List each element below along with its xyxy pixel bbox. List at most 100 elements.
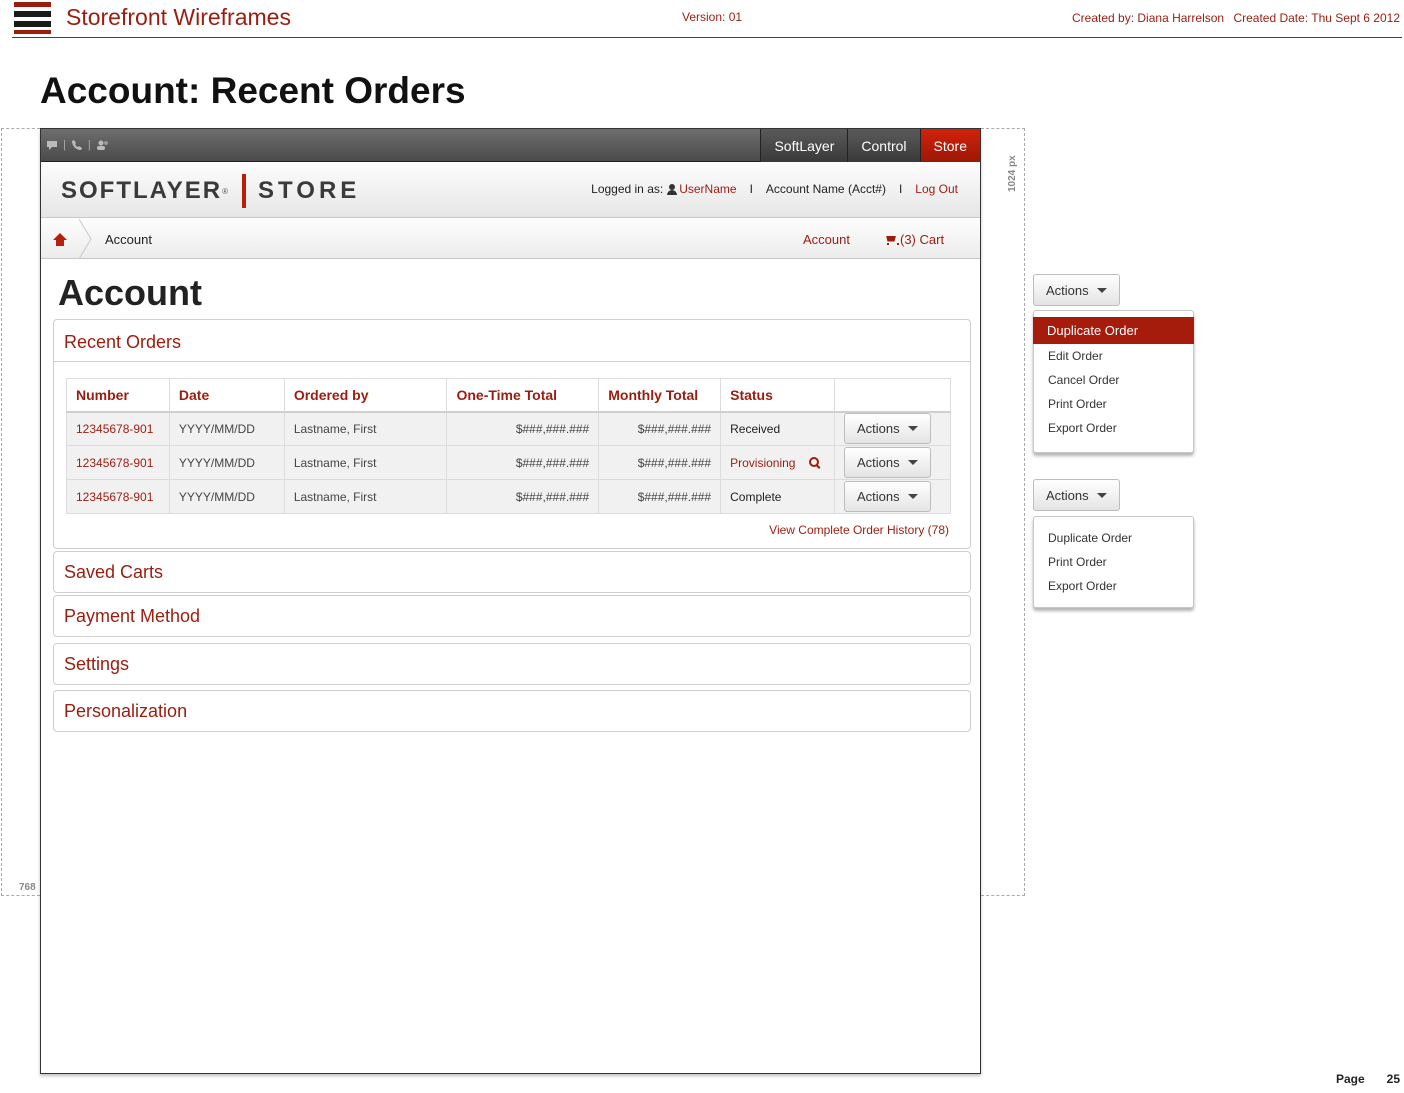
- brand-bar: SOFTLAYER ® STORE Logged in as: UserName…: [41, 162, 980, 218]
- column-header-monthly-total[interactable]: Monthly Total: [598, 378, 722, 413]
- saved-carts-title[interactable]: Saved Carts: [64, 562, 163, 583]
- monthly-total: $###,###.###: [598, 411, 722, 446]
- table-header-row: Number Date Ordered by One-Time Total Mo…: [66, 378, 952, 413]
- brand-registered-mark: ®: [222, 186, 229, 196]
- page-label: Page: [1335, 1072, 1365, 1086]
- cart-label: (3) Cart: [900, 232, 945, 247]
- header-rule: [12, 37, 1402, 38]
- order-status-link[interactable]: Provisioning: [730, 456, 795, 470]
- recent-orders-panel: Recent Orders Number Date Ordered by One…: [53, 319, 971, 549]
- table-row: 12345678-901 YYYY/MM/DD Lastname, First …: [66, 445, 952, 480]
- saved-carts-panel[interactable]: Saved Carts: [53, 551, 971, 593]
- logout-link[interactable]: Log Out: [915, 182, 958, 196]
- settings-title[interactable]: Settings: [64, 654, 129, 675]
- actions-cell: Actions: [833, 411, 952, 446]
- settings-panel[interactable]: Settings: [53, 643, 971, 685]
- tab-store[interactable]: Store: [919, 129, 980, 162]
- recent-orders-title[interactable]: Recent Orders: [64, 332, 181, 353]
- actions-button[interactable]: Actions: [843, 447, 931, 478]
- actions-button-sample-2[interactable]: Actions: [1033, 479, 1120, 511]
- account-separator: I: [898, 182, 903, 196]
- one-time-total: $###,###.###: [446, 411, 600, 446]
- page-number: 25: [1386, 1072, 1400, 1086]
- magnifier-icon[interactable]: [809, 456, 820, 468]
- wireframe-title: Storefront Wireframes: [66, 4, 291, 30]
- wireframe-page-title: Account: Recent Orders: [40, 70, 466, 111]
- one-time-total: $###,###.###: [446, 445, 600, 480]
- guide-width-label: 1024 px: [1007, 155, 1018, 192]
- guide-bottom-right: [981, 895, 1025, 896]
- caret-down-icon: [907, 426, 918, 432]
- menu-item-export-order[interactable]: Export Order: [1034, 416, 1193, 440]
- column-header-status[interactable]: Status: [720, 378, 835, 413]
- menu-item-print-order[interactable]: Print Order: [1034, 392, 1193, 416]
- topbar-separator: |: [63, 139, 66, 151]
- personalization-panel[interactable]: Personalization: [53, 690, 971, 732]
- created-by: Created by: Diana Harrelson: [1072, 11, 1225, 25]
- actions-cell: Actions: [833, 479, 952, 514]
- top-bar: | | SoftLayer Control Store: [41, 129, 980, 162]
- cart-link[interactable]: (3) Cart: [885, 232, 944, 247]
- personalization-title[interactable]: Personalization: [64, 701, 187, 722]
- topbar-separator: |: [87, 139, 91, 151]
- column-header-number[interactable]: Number: [66, 378, 170, 413]
- monthly-total: $###,###.###: [598, 445, 722, 480]
- menu-item-cancel-order[interactable]: Cancel Order: [1034, 368, 1193, 392]
- chat-icon[interactable]: [47, 140, 57, 150]
- order-date: YYYY/MM/DD: [168, 479, 285, 514]
- brand-softlayer: SOFTLAYER: [61, 177, 223, 204]
- caret-down-icon: [1097, 287, 1107, 293]
- users-icon[interactable]: [96, 140, 109, 150]
- guide-left: [1, 128, 2, 896]
- table-row: 12345678-901 YYYY/MM/DD Lastname, First …: [66, 479, 952, 514]
- actions-label: Actions: [856, 421, 900, 437]
- home-icon: [53, 232, 67, 246]
- home-button[interactable]: [41, 219, 79, 259]
- brand-store: STORE: [258, 177, 361, 204]
- menu-item-duplicate-order[interactable]: Duplicate Order: [1033, 317, 1194, 344]
- monthly-total: $###,###.###: [598, 479, 722, 514]
- created-date: Created Date: Thu Sept 6 2012: [1233, 11, 1400, 25]
- brand-divider: [242, 174, 247, 208]
- actions-button[interactable]: Actions: [843, 413, 931, 445]
- actions-button[interactable]: Actions: [843, 481, 931, 512]
- topbar-tabs: SoftLayer Control Store: [760, 129, 980, 162]
- page-footer: Page 25: [1336, 1072, 1400, 1086]
- order-number-link[interactable]: 12345678-901: [66, 445, 170, 480]
- order-date: YYYY/MM/DD: [168, 411, 285, 446]
- brand-logo[interactable]: SOFTLAYER ® STORE: [61, 174, 360, 208]
- account-separator: I: [749, 182, 753, 196]
- guide-top-right: [981, 128, 1025, 129]
- account-link[interactable]: Account: [803, 232, 850, 247]
- wireframe-logo: [14, 2, 51, 34]
- menu-item-export-order[interactable]: Export Order: [1034, 574, 1193, 598]
- actions-menu-full: Duplicate Order Edit Order Cancel Order …: [1033, 310, 1194, 453]
- menu-item-edit-order[interactable]: Edit Order: [1034, 344, 1193, 368]
- device-frame: | | SoftLayer Control Store SOFTLAYER ® …: [40, 128, 981, 1074]
- account-line: Logged in as: UserName I Account Name (A…: [591, 182, 958, 196]
- phone-icon[interactable]: [71, 140, 82, 150]
- menu-item-print-order[interactable]: Print Order: [1034, 550, 1193, 574]
- tab-softlayer[interactable]: SoftLayer: [760, 129, 848, 162]
- column-header-ordered-by[interactable]: Ordered by: [283, 378, 448, 413]
- order-number-link[interactable]: 12345678-901: [66, 479, 170, 514]
- one-time-total: $###,###.###: [446, 479, 600, 514]
- account-name: Account Name (Acct#): [765, 182, 886, 196]
- username-link[interactable]: UserName: [679, 182, 736, 196]
- view-order-history-link[interactable]: View Complete Order History (78): [769, 523, 949, 537]
- ordered-by: Lastname, First: [283, 445, 448, 480]
- menu-item-duplicate-order[interactable]: Duplicate Order: [1034, 526, 1193, 550]
- column-header-one-time-total[interactable]: One-Time Total: [446, 378, 600, 413]
- order-status: Complete: [720, 479, 835, 514]
- cart-icon: [885, 235, 899, 245]
- tab-control[interactable]: Control: [847, 129, 920, 162]
- actions-button-sample-1[interactable]: Actions: [1033, 274, 1120, 306]
- ordered-by: Lastname, First: [283, 411, 448, 446]
- payment-method-title[interactable]: Payment Method: [64, 606, 200, 627]
- order-number-link[interactable]: 12345678-901: [66, 411, 170, 446]
- guide-bottom-left: [1, 895, 40, 896]
- payment-method-panel[interactable]: Payment Method: [53, 595, 971, 637]
- wireframe-version: Version: 01: [682, 10, 743, 24]
- column-header-date[interactable]: Date: [168, 378, 285, 413]
- logged-in-label: Logged in as:: [591, 182, 664, 196]
